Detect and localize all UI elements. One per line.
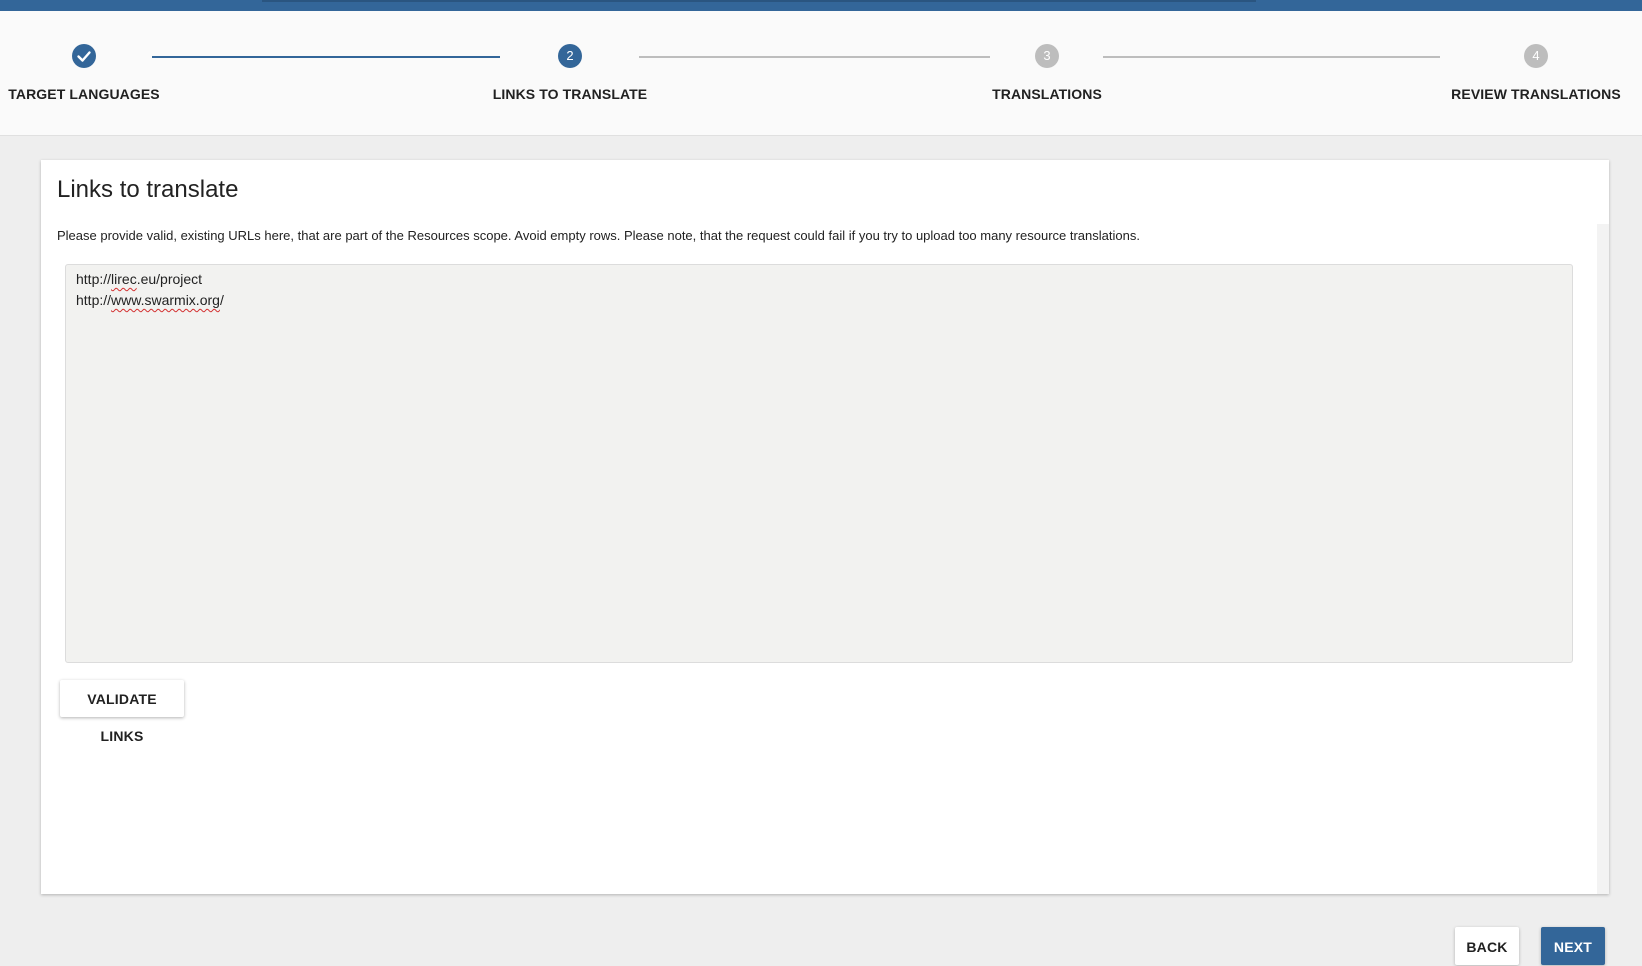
top-app-bar [0, 0, 1642, 11]
step-2-number: 2 [558, 44, 582, 68]
step-4-number: 4 [1524, 44, 1548, 68]
instructions-text: Please provide valid, existing URLs here… [57, 228, 1140, 243]
check-icon [77, 51, 91, 62]
top-app-bar-accent [262, 0, 1256, 2]
links-card: Links to translate Please provide valid,… [41, 160, 1609, 894]
link-1-prefix: http:// [76, 271, 112, 287]
link-1-rest: .eu/project [136, 271, 203, 287]
step-1-check-icon [72, 44, 96, 68]
back-button[interactable]: BACK [1455, 927, 1519, 965]
link-2-rest: / [219, 292, 224, 308]
link-2-misspelled: www.swarmix.org [111, 292, 220, 308]
link-line-2: http://www.swarmix.org/ [76, 290, 1562, 311]
step-4-label[interactable]: REVIEW TRANSLATIONS [1451, 86, 1621, 102]
stepper: TARGET LANGUAGES 2 LINKS TO TRANSLATE 3 … [0, 11, 1642, 136]
link-1-misspelled: lirec [111, 271, 137, 287]
step-3-label[interactable]: TRANSLATIONS [992, 86, 1102, 102]
step-2-label[interactable]: LINKS TO TRANSLATE [493, 86, 648, 102]
step-connector-1 [152, 56, 500, 58]
step-connector-3 [1103, 56, 1440, 58]
step-3-number: 3 [1035, 44, 1059, 68]
page-title: Links to translate [57, 176, 239, 203]
step-connector-2 [639, 56, 990, 58]
link-line-1: http://lirec.eu/project [76, 269, 1562, 290]
step-1-label[interactable]: TARGET LANGUAGES [8, 86, 159, 102]
next-button[interactable]: NEXT [1541, 927, 1605, 965]
link-2-prefix: http:// [76, 292, 112, 308]
card-scrollbar[interactable] [1597, 224, 1609, 894]
links-textarea[interactable]: http://lirec.eu/project http://www.swarm… [65, 264, 1573, 663]
validate-links-button[interactable]: VALIDATE LINKS [60, 680, 184, 744]
